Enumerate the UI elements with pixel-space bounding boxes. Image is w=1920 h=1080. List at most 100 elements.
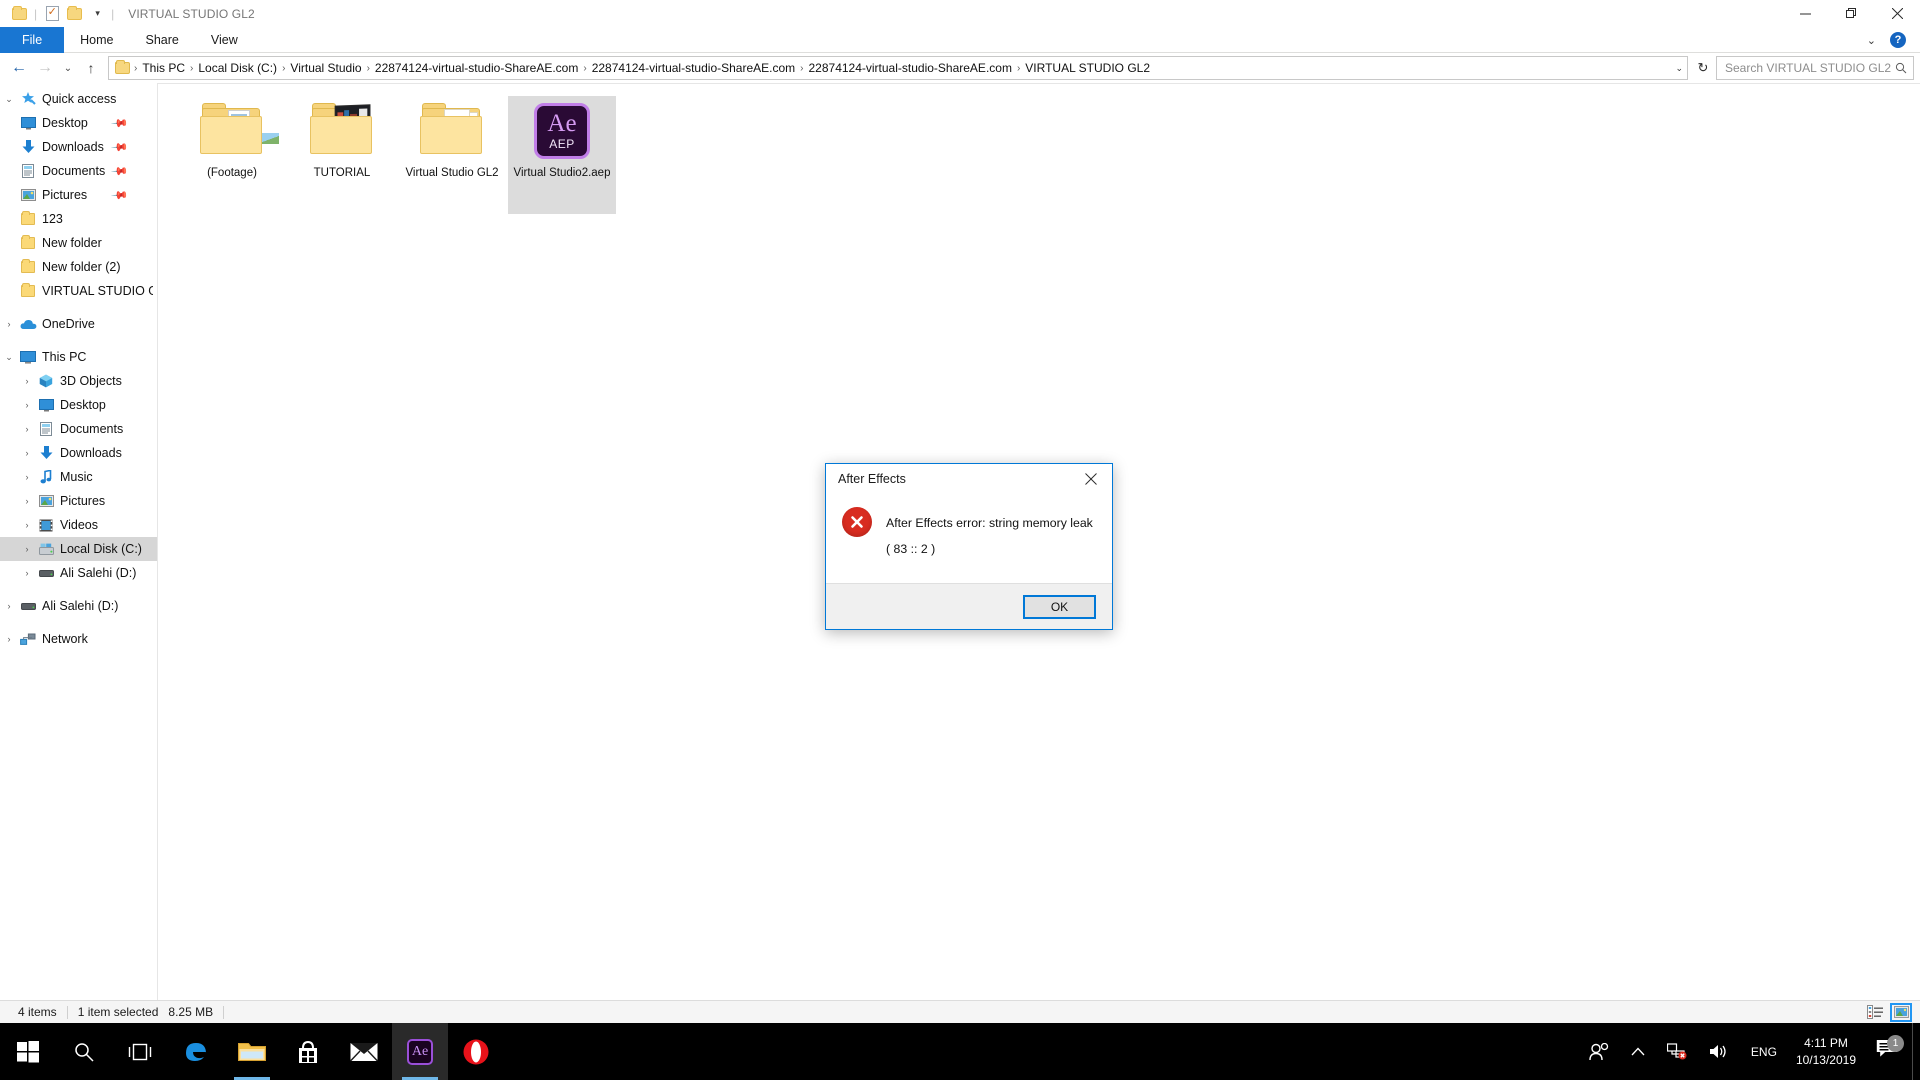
- pin-icon[interactable]: 📌: [111, 162, 130, 180]
- chevron-right-icon[interactable]: ›: [18, 448, 36, 458]
- drive-icon: [18, 602, 38, 611]
- tab-view[interactable]: View: [195, 27, 254, 53]
- sidebar-item-documents[interactable]: Documents 📌: [0, 159, 157, 183]
- sidebar-item-new-folder[interactable]: New folder: [0, 231, 157, 255]
- chevron-right-icon[interactable]: ›: [18, 544, 36, 554]
- microsoft-store-button[interactable]: [280, 1023, 336, 1080]
- file-item-virtual-studio-gl2[interactable]: Virtual Studio GL2: [398, 96, 506, 214]
- notifications-button[interactable]: 1: [1868, 1035, 1912, 1064]
- dialog-close-button[interactable]: [1070, 465, 1112, 493]
- sidebar-item-new-folder-2[interactable]: New folder (2): [0, 255, 157, 279]
- breadcrumb-shareae-2[interactable]: 22874124-virtual-studio-ShareAE.com: [589, 61, 798, 75]
- sidebar-item-downloads[interactable]: Downloads 📌: [0, 135, 157, 159]
- recent-locations-button[interactable]: ⌄: [58, 55, 78, 81]
- chevron-right-icon[interactable]: ›: [18, 568, 36, 578]
- chevron-down-icon[interactable]: ⌄: [0, 352, 18, 363]
- close-button[interactable]: [1874, 0, 1920, 27]
- chevron-right-icon[interactable]: ›: [18, 376, 36, 386]
- breadcrumb-current-folder[interactable]: VIRTUAL STUDIO GL2: [1022, 61, 1153, 75]
- tab-file[interactable]: File: [0, 27, 65, 53]
- address-dropdown-icon[interactable]: ⌄: [1669, 57, 1683, 79]
- taskbar[interactable]: Ae ENG 4:11 PM 10/13/2019 1: [0, 1023, 1920, 1080]
- ok-button[interactable]: OK: [1023, 594, 1096, 619]
- chevron-right-icon[interactable]: ›: [0, 319, 18, 329]
- sidebar-item-local-disk-c[interactable]: › Local Disk (C:): [0, 537, 157, 561]
- large-icons-view-icon[interactable]: [1890, 1002, 1912, 1022]
- sidebar-item-quick-access[interactable]: ⌄ Quick access: [0, 87, 157, 111]
- address-bar[interactable]: › This PC › Local Disk (C:) › Virtual St…: [108, 56, 1688, 80]
- search-input[interactable]: Search VIRTUAL STUDIO GL2: [1716, 56, 1914, 80]
- chevron-down-icon[interactable]: ⌄: [1867, 34, 1876, 47]
- help-icon[interactable]: ?: [1890, 32, 1906, 48]
- chevron-right-icon[interactable]: ›: [18, 472, 36, 482]
- breadcrumb-shareae-1[interactable]: 22874124-virtual-studio-ShareAE.com: [372, 61, 581, 75]
- breadcrumb-this-pc[interactable]: This PC: [139, 61, 188, 75]
- network-error-icon[interactable]: [1656, 1023, 1698, 1080]
- tab-share[interactable]: Share: [130, 27, 195, 53]
- mail-button[interactable]: [336, 1023, 392, 1080]
- breadcrumb-virtual-studio[interactable]: Virtual Studio: [287, 61, 364, 75]
- customize-chevron-icon[interactable]: ▾: [85, 3, 107, 25]
- tab-home[interactable]: Home: [64, 27, 129, 53]
- details-view-icon[interactable]: [1864, 1003, 1886, 1022]
- task-view-button[interactable]: [112, 1023, 168, 1080]
- chevron-right-icon[interactable]: ›: [18, 400, 36, 410]
- file-item-footage[interactable]: (Footage): [178, 96, 286, 214]
- breadcrumb-local-disk[interactable]: Local Disk (C:): [195, 61, 280, 75]
- show-hidden-icons-icon[interactable]: [1620, 1023, 1656, 1080]
- sidebar-item-desktop[interactable]: Desktop 📌: [0, 111, 157, 135]
- pin-icon[interactable]: 📌: [111, 114, 130, 132]
- edge-button[interactable]: [168, 1023, 224, 1080]
- chevron-right-icon[interactable]: ›: [0, 601, 18, 611]
- sidebar-item-videos[interactable]: › Videos: [0, 513, 157, 537]
- sidebar-item-pictures-pc[interactable]: › Pictures: [0, 489, 157, 513]
- restore-button[interactable]: [1828, 0, 1874, 27]
- sidebar-item-123[interactable]: 123: [0, 207, 157, 231]
- sidebar-item-pictures[interactable]: Pictures 📌: [0, 183, 157, 207]
- file-explorer-button[interactable]: [224, 1023, 280, 1080]
- minimize-button[interactable]: [1782, 0, 1828, 27]
- volume-icon[interactable]: [1698, 1023, 1740, 1080]
- sidebar-item-onedrive[interactable]: › OneDrive: [0, 312, 157, 336]
- sidebar-item-virtual-studio[interactable]: VIRTUAL STUDIO Gl: [0, 279, 157, 303]
- up-button[interactable]: ↑: [78, 55, 104, 81]
- navigation-pane[interactable]: ⌄ Quick access Desktop 📌 Downloads 📌 Doc…: [0, 83, 157, 1023]
- sidebar-item-3d-objects[interactable]: › 3D Objects: [0, 369, 157, 393]
- after-effects-button[interactable]: Ae: [392, 1023, 448, 1080]
- sidebar-item-downloads-pc[interactable]: › Downloads: [0, 441, 157, 465]
- after-effects-error-dialog[interactable]: After Effects After Effects error: strin…: [825, 463, 1113, 630]
- pin-icon[interactable]: 📌: [111, 138, 130, 156]
- sidebar-label: Local Disk (C:): [60, 542, 142, 556]
- downloads-icon: [36, 446, 56, 460]
- new-folder-icon[interactable]: [63, 3, 85, 25]
- forward-button[interactable]: →: [32, 55, 58, 81]
- breadcrumb-shareae-3[interactable]: 22874124-virtual-studio-ShareAE.com: [806, 61, 1015, 75]
- dialog-body: After Effects error: string memory leak …: [826, 494, 1112, 584]
- show-desktop-button[interactable]: [1912, 1023, 1920, 1080]
- sidebar-item-network[interactable]: › Network: [0, 627, 157, 651]
- clock[interactable]: 4:11 PM 10/13/2019: [1788, 1035, 1868, 1069]
- search-button[interactable]: [56, 1023, 112, 1080]
- chevron-right-icon[interactable]: ›: [0, 634, 18, 644]
- file-item-virtual-studio2-aep[interactable]: Ae AEP Virtual Studio2.aep: [508, 96, 616, 214]
- sidebar-item-music[interactable]: › Music: [0, 465, 157, 489]
- properties-icon[interactable]: [41, 3, 63, 25]
- opera-button[interactable]: [448, 1023, 504, 1080]
- chevron-right-icon[interactable]: ›: [18, 424, 36, 434]
- file-name: TUTORIAL: [313, 167, 371, 179]
- sidebar-item-this-pc[interactable]: ⌄ This PC: [0, 345, 157, 369]
- people-icon[interactable]: [1578, 1023, 1620, 1080]
- sidebar-item-ali-salehi-d[interactable]: › Ali Salehi (D:): [0, 594, 157, 618]
- language-indicator[interactable]: ENG: [1740, 1023, 1788, 1080]
- sidebar-item-desktop-pc[interactable]: › Desktop: [0, 393, 157, 417]
- chevron-down-icon[interactable]: ⌄: [0, 94, 18, 105]
- file-item-tutorial[interactable]: TUTORIAL: [288, 96, 396, 214]
- chevron-right-icon[interactable]: ›: [18, 520, 36, 530]
- sidebar-item-ali-salehi-d-child[interactable]: › Ali Salehi (D:): [0, 561, 157, 585]
- refresh-button[interactable]: ↻: [1692, 56, 1714, 80]
- pin-icon[interactable]: 📌: [111, 186, 130, 204]
- start-button[interactable]: [0, 1023, 56, 1080]
- back-button[interactable]: ←: [6, 55, 32, 81]
- sidebar-item-documents-pc[interactable]: › Documents: [0, 417, 157, 441]
- chevron-right-icon[interactable]: ›: [18, 496, 36, 506]
